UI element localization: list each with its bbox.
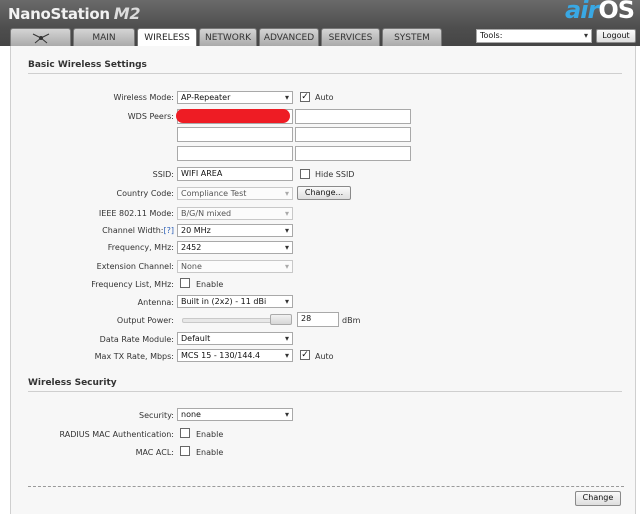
chevron-down-icon: ▾	[284, 189, 289, 198]
extension-channel-select[interactable]: None ▾	[177, 260, 293, 273]
radius-mac-enable-checkbox[interactable]	[180, 428, 190, 438]
wireless-mode-label: Wireless Mode:	[113, 93, 174, 102]
frequency-label: Frequency, MHz:	[107, 243, 174, 252]
tools-dropdown[interactable]: Tools: ▾	[476, 29, 592, 43]
footer-divider	[28, 486, 624, 487]
mac-acl-enable-checkbox[interactable]	[180, 446, 190, 456]
output-power-slider-handle[interactable]	[270, 314, 292, 325]
chevron-down-icon: ▾	[284, 262, 289, 271]
frequency-value: 2452	[181, 243, 202, 252]
max-tx-rate-auto-label: Auto	[315, 352, 334, 361]
max-tx-rate-select[interactable]: MCS 15 - 130/144.4 ▾	[177, 349, 293, 362]
extension-channel-value: None	[181, 262, 202, 271]
chevron-down-icon: ▾	[284, 243, 289, 252]
security-select[interactable]: none ▾	[177, 408, 293, 421]
device-name: NanoStation M2	[8, 4, 141, 23]
device-model: M2	[113, 4, 141, 23]
frequency-select[interactable]: 2452 ▾	[177, 241, 293, 254]
wds-peer-input-3[interactable]	[177, 127, 293, 142]
security-value: none	[181, 410, 201, 419]
wireless-mode-auto-label: Auto	[315, 93, 334, 102]
frequency-list-enable-checkbox[interactable]	[180, 278, 190, 288]
tab-services[interactable]: SERVICES	[321, 28, 380, 46]
chevron-down-icon: ▾	[284, 410, 289, 419]
change-button[interactable]: Change	[575, 491, 621, 506]
output-power-input[interactable]: 28	[297, 312, 339, 327]
frequency-list-enable-label: Enable	[196, 280, 224, 289]
chevron-down-icon: ▾	[284, 334, 289, 343]
antenna-value: Built in (2x2) - 11 dBi	[181, 297, 267, 306]
airos-logo: airOS	[565, 0, 635, 24]
max-tx-rate-auto-checkbox[interactable]: ✓	[300, 350, 310, 360]
country-code-select[interactable]: Compliance Test ▾	[177, 187, 293, 200]
ieee-mode-value: B/G/N mixed	[181, 209, 232, 218]
ieee-mode-label: IEEE 802.11 Mode:	[98, 209, 174, 218]
frequency-list-label: Frequency List, MHz:	[91, 280, 174, 289]
tab-network[interactable]: NETWORK	[199, 28, 257, 46]
tools-dropdown-value: Tools:	[480, 31, 503, 40]
section-divider	[28, 391, 622, 392]
ubiquiti-logo-icon	[32, 33, 50, 44]
section-title-security: Wireless Security	[28, 378, 117, 388]
tab-wireless[interactable]: WIRELESS	[137, 28, 197, 47]
chevron-down-icon: ▾	[284, 209, 289, 218]
chevron-down-icon: ▾	[583, 31, 588, 40]
channel-width-select[interactable]: 20 MHz ▾	[177, 224, 293, 237]
section-title-basic: Basic Wireless Settings	[28, 60, 147, 70]
wds-peer-input-2[interactable]	[295, 109, 411, 124]
hide-ssid-checkbox[interactable]	[300, 169, 310, 179]
tab-system[interactable]: SYSTEM	[382, 28, 442, 46]
channel-width-label: Channel Width:[?]	[102, 226, 174, 235]
channel-width-help-link[interactable]: [?]	[164, 226, 175, 235]
wds-peer-input-4[interactable]	[295, 127, 411, 142]
wds-peer-input-5[interactable]	[177, 146, 293, 161]
output-power-unit: dBm	[342, 316, 361, 325]
extension-channel-label: Extension Channel:	[96, 262, 174, 271]
mac-acl-enable-label: Enable	[196, 448, 224, 457]
chevron-down-icon: ▾	[284, 93, 289, 102]
tab-ubnt-logo[interactable]	[10, 28, 71, 46]
wds-peers-label: WDS Peers:	[127, 112, 174, 121]
redaction-mark	[176, 109, 290, 123]
radius-mac-label: RADIUS MAC Authentication:	[59, 430, 175, 439]
main-tabs: MAIN WIRELESS NETWORK ADVANCED SERVICES …	[10, 28, 442, 47]
output-power-label: Output Power:	[116, 316, 174, 325]
device-name-text: NanoStation	[8, 5, 110, 23]
data-rate-module-label: Data Rate Module:	[99, 335, 174, 344]
channel-width-value: 20 MHz	[181, 226, 211, 235]
tab-main[interactable]: MAIN	[73, 28, 135, 46]
chevron-down-icon: ▾	[284, 226, 289, 235]
wireless-mode-auto-checkbox[interactable]: ✓	[300, 92, 310, 102]
hide-ssid-label: Hide SSID	[315, 170, 355, 179]
antenna-label: Antenna:	[137, 298, 174, 307]
antenna-select[interactable]: Built in (2x2) - 11 dBi ▾	[177, 295, 293, 308]
change-country-button[interactable]: Change...	[297, 186, 351, 200]
ssid-label: SSID:	[152, 170, 174, 179]
tab-advanced[interactable]: ADVANCED	[259, 28, 319, 46]
chevron-down-icon: ▾	[284, 297, 289, 306]
wireless-mode-select[interactable]: AP-Repeater ▾	[177, 91, 293, 104]
max-tx-rate-label: Max TX Rate, Mbps:	[94, 352, 174, 361]
radius-mac-enable-label: Enable	[196, 430, 224, 439]
country-code-label: Country Code:	[116, 189, 175, 198]
security-label: Security:	[139, 411, 174, 420]
data-rate-module-select[interactable]: Default ▾	[177, 332, 293, 345]
section-divider	[28, 73, 622, 74]
logout-button[interactable]: Logout	[596, 29, 636, 43]
logo-air-text: air	[565, 0, 599, 24]
wds-peer-input-6[interactable]	[295, 146, 411, 161]
wireless-mode-value: AP-Repeater	[181, 93, 231, 102]
data-rate-module-value: Default	[181, 334, 211, 343]
chevron-down-icon: ▾	[284, 351, 289, 360]
max-tx-rate-value: MCS 15 - 130/144.4	[181, 351, 261, 360]
country-code-value: Compliance Test	[181, 189, 247, 198]
header-bar: NanoStation M2 airOS MAIN WIRELESS NETWOR…	[0, 0, 640, 47]
ssid-input[interactable]: WIFI AREA	[177, 167, 293, 181]
logo-os-text: OS	[598, 0, 635, 24]
ieee-mode-select[interactable]: B/G/N mixed ▾	[177, 207, 293, 220]
channel-width-label-text: Channel Width:	[102, 226, 164, 235]
mac-acl-label: MAC ACL:	[135, 448, 174, 457]
